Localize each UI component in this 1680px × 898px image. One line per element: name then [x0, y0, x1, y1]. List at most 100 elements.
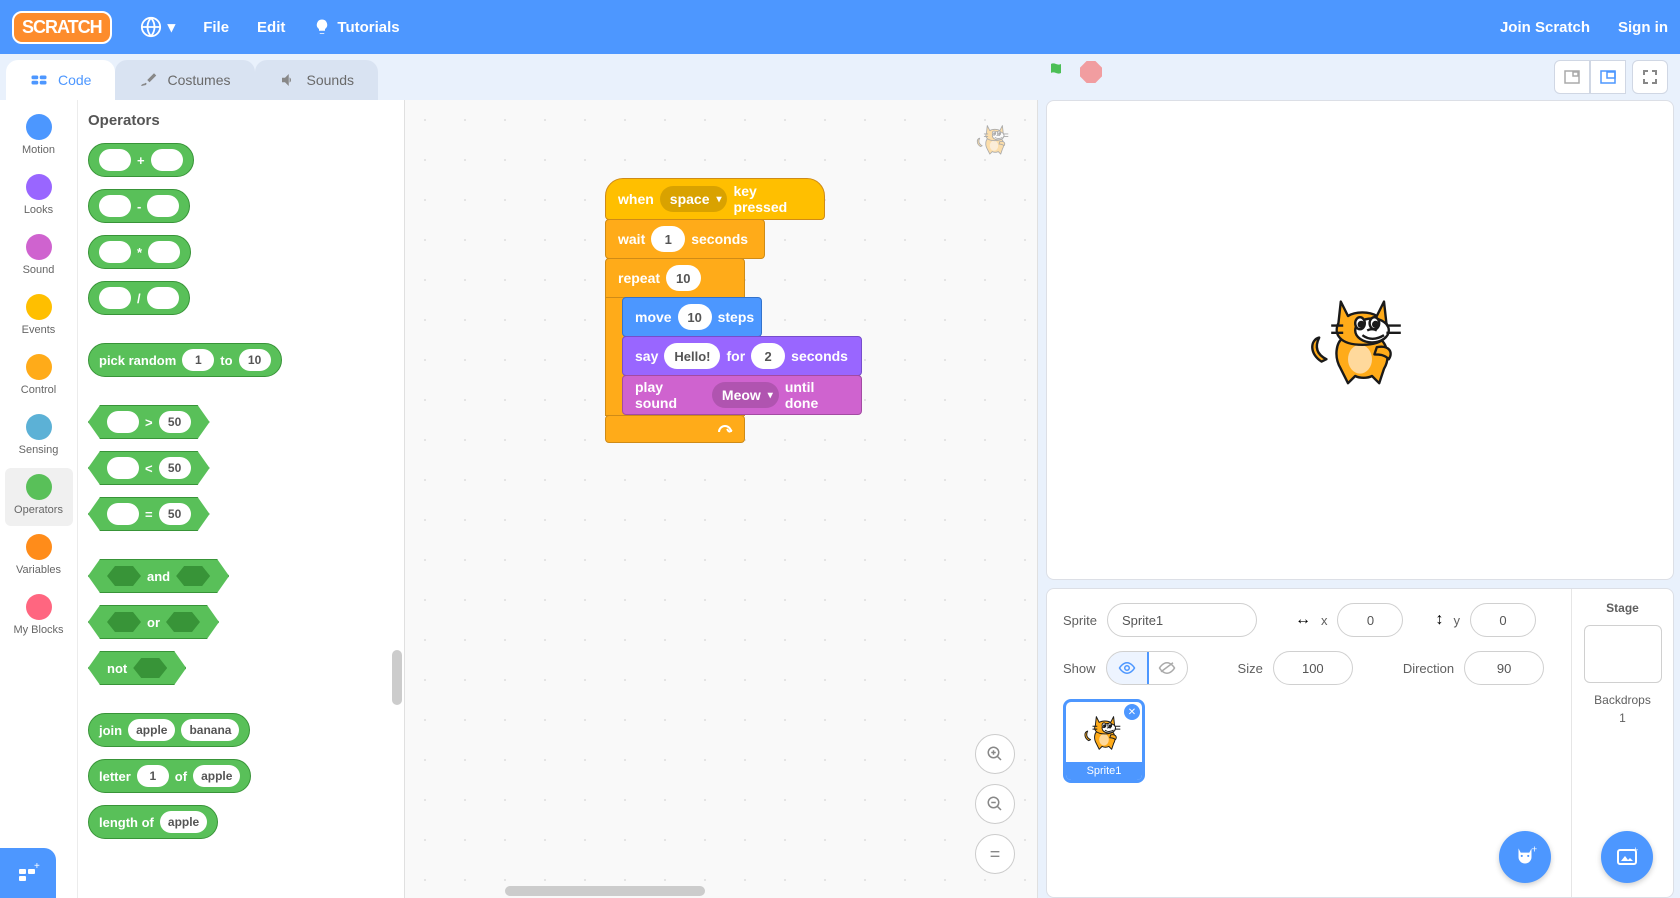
blk-input[interactable]: apple — [128, 719, 175, 741]
say-for-seconds-block[interactable]: say Hello! for 2 seconds — [622, 336, 862, 376]
tutorials-button[interactable]: Tutorials — [313, 18, 399, 36]
green-flag-button[interactable] — [1046, 60, 1070, 84]
tab-costumes[interactable]: Costumes — [115, 60, 254, 100]
blk-input[interactable]: 1 — [182, 349, 214, 371]
play-sound-until-done-block[interactable]: play sound Meow until done — [622, 375, 862, 415]
script-stack[interactable]: when space key pressed wait 1 seconds re… — [605, 178, 825, 443]
op-letter-of-block[interactable]: letter1ofapple — [88, 759, 251, 793]
stage[interactable] — [1046, 100, 1674, 580]
op-and-block[interactable]: and — [88, 559, 229, 593]
code-workspace[interactable]: when space key pressed wait 1 seconds re… — [405, 100, 1038, 898]
category-sound[interactable]: Sound — [5, 228, 73, 286]
blk-input[interactable]: banana — [181, 719, 239, 741]
blk-input[interactable]: 1 — [137, 765, 169, 787]
repeat-bottom[interactable] — [605, 415, 745, 443]
op-divide-block[interactable]: / — [88, 281, 190, 315]
op-pick-random-block[interactable]: pick random1to10 — [88, 343, 282, 377]
stage-selector[interactable]: Stage Backdrops 1 + — [1571, 589, 1673, 897]
move-input[interactable]: 10 — [678, 304, 712, 330]
say-secs-input[interactable]: 2 — [751, 343, 785, 369]
scratch-logo[interactable]: SCRATCH — [12, 11, 112, 44]
loop-arrow-icon — [716, 422, 734, 436]
join-scratch-button[interactable]: Join Scratch — [1500, 19, 1590, 36]
blk-input[interactable]: apple — [160, 811, 207, 833]
svg-text:+: + — [1532, 845, 1538, 856]
add-backdrop-button[interactable]: + — [1601, 831, 1653, 883]
tab-code[interactable]: Code — [6, 60, 115, 100]
edit-menu[interactable]: Edit — [257, 19, 285, 36]
delete-sprite-button[interactable]: ✕ — [1124, 704, 1140, 720]
hide-sprite-button[interactable] — [1147, 652, 1187, 684]
tab-sounds[interactable]: Sounds — [255, 60, 378, 100]
palette-scrollbar[interactable] — [392, 650, 402, 705]
blk-input[interactable]: 50 — [159, 411, 191, 433]
blk-input[interactable]: 50 — [159, 503, 191, 525]
repeat-input[interactable]: 10 — [666, 265, 700, 291]
category-my-blocks[interactable]: My Blocks — [5, 588, 73, 646]
category-label: Events — [22, 324, 56, 336]
op-eq-block[interactable]: =50 — [88, 497, 210, 531]
extension-icon: + — [16, 861, 40, 885]
sign-in-button[interactable]: Sign in — [1618, 19, 1668, 36]
x-input[interactable] — [1337, 603, 1403, 637]
direction-input[interactable] — [1464, 651, 1544, 685]
category-events[interactable]: Events — [5, 288, 73, 346]
say-text-input[interactable]: Hello! — [664, 343, 720, 369]
file-menu[interactable]: File — [203, 19, 229, 36]
op-length-of-block[interactable]: length ofapple — [88, 805, 218, 839]
when-key-pressed-block[interactable]: when space key pressed — [605, 178, 825, 220]
blk-text: of — [175, 769, 187, 784]
wait-input[interactable]: 1 — [651, 226, 685, 252]
zoom-out-button[interactable] — [975, 784, 1015, 824]
op-lt-block[interactable]: <50 — [88, 451, 210, 485]
large-stage-button[interactable] — [1590, 60, 1626, 94]
category-sensing[interactable]: Sensing — [5, 408, 73, 466]
y-input[interactable] — [1470, 603, 1536, 637]
op-subtract-block[interactable]: - — [88, 189, 190, 223]
op-multiply-block[interactable]: * — [88, 235, 191, 269]
repeat-block[interactable]: repeat 10 — [605, 258, 745, 298]
category-motion[interactable]: Motion — [5, 108, 73, 166]
stop-button[interactable] — [1080, 61, 1102, 83]
blk-input[interactable]: 10 — [239, 349, 271, 371]
zoom-out-icon — [986, 795, 1004, 813]
category-looks[interactable]: Looks — [5, 168, 73, 226]
op-not-block[interactable]: not — [88, 651, 186, 685]
stage-thumbnail[interactable] — [1584, 625, 1662, 683]
size-input[interactable] — [1273, 651, 1353, 685]
language-menu[interactable]: ▾ — [140, 16, 176, 38]
zoom-in-button[interactable] — [975, 734, 1015, 774]
lightbulb-icon — [313, 18, 331, 36]
blk-input[interactable]: apple — [193, 765, 240, 787]
workspace-hscrollbar[interactable] — [505, 886, 705, 896]
brush-icon — [139, 71, 157, 89]
block-palette[interactable]: Operators + - * / pick random1to10 >50 <… — [78, 100, 404, 898]
sprite-name-input[interactable] — [1107, 603, 1257, 637]
blk-input[interactable]: 50 — [159, 457, 191, 479]
small-stage-button[interactable] — [1554, 60, 1590, 94]
blk-text: steps — [718, 309, 755, 325]
add-sprite-button[interactable]: + — [1499, 831, 1551, 883]
category-label: Operators — [14, 504, 63, 516]
category-control[interactable]: Control — [5, 348, 73, 406]
sprite-on-stage[interactable] — [1300, 280, 1420, 400]
category-operators[interactable]: Operators — [5, 468, 73, 526]
small-stage-icon — [1564, 70, 1580, 84]
fullscreen-button[interactable] — [1632, 60, 1668, 94]
op-or-block[interactable]: or — [88, 605, 219, 639]
show-label: Show — [1063, 661, 1096, 676]
op-add-block[interactable]: + — [88, 143, 194, 177]
op-gt-block[interactable]: >50 — [88, 405, 210, 439]
show-sprite-button[interactable] — [1107, 652, 1147, 684]
sprite-tile[interactable]: ✕ Sprite1 — [1063, 699, 1145, 783]
sound-dropdown[interactable]: Meow — [712, 382, 779, 408]
zoom-reset-button[interactable]: = — [975, 834, 1015, 874]
key-dropdown[interactable]: space — [660, 186, 728, 212]
op-join-block[interactable]: joinapplebanana — [88, 713, 250, 747]
blk-text: or — [147, 615, 160, 630]
blk-text: say — [635, 348, 658, 364]
add-extension-button[interactable]: + — [0, 848, 56, 898]
category-variables[interactable]: Variables — [5, 528, 73, 586]
wait-block[interactable]: wait 1 seconds — [605, 219, 765, 259]
move-steps-block[interactable]: move 10 steps — [622, 297, 762, 337]
